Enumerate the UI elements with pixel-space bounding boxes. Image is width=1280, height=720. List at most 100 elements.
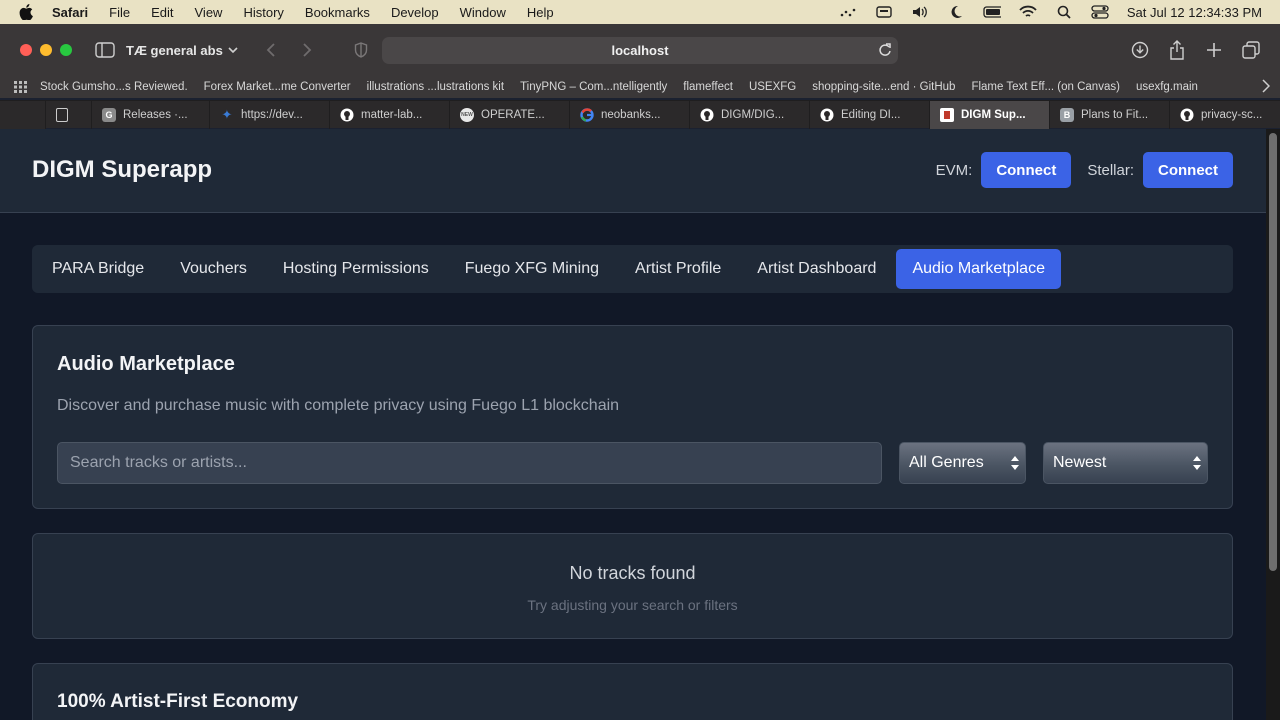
tab-group-profile-selector[interactable]: TÆ general abs bbox=[126, 43, 238, 58]
page-title: DIGM Superapp bbox=[32, 156, 213, 183]
browser-tab[interactable]: matter-lab... bbox=[330, 100, 450, 129]
browser-tab[interactable]: DIGM/DIG... bbox=[690, 100, 810, 129]
zoom-window-button[interactable] bbox=[60, 44, 72, 56]
menu-app-safari[interactable]: Safari bbox=[52, 5, 88, 20]
bookmark-link[interactable]: usexfg.main bbox=[1136, 81, 1198, 93]
genre-select-value: All Genres bbox=[909, 454, 984, 471]
chevron-right-icon[interactable] bbox=[1262, 79, 1271, 96]
privacy-shield-icon[interactable] bbox=[350, 39, 372, 61]
browser-tab-label: Releases ·... bbox=[123, 108, 188, 121]
keyboard-input-icon[interactable] bbox=[875, 4, 893, 20]
menu-bar-status-area: Sat Jul 12 12:34:33 PM bbox=[839, 0, 1280, 24]
menu-history[interactable]: History bbox=[243, 5, 283, 20]
tab-fuego-xfg-mining[interactable]: Fuego XFG Mining bbox=[449, 249, 615, 289]
tab-overview-icon[interactable] bbox=[1240, 39, 1262, 61]
star-favicon-icon: ✦ bbox=[221, 106, 233, 122]
pinned-tab-icon bbox=[56, 107, 68, 122]
reload-icon[interactable] bbox=[878, 42, 892, 61]
tab-hosting-permissions[interactable]: Hosting Permissions bbox=[267, 249, 445, 289]
b-favicon-icon: B bbox=[1060, 107, 1074, 122]
new-tab-plus-icon[interactable] bbox=[1203, 39, 1225, 61]
google-favicon-icon bbox=[580, 107, 594, 122]
control-center-icon[interactable] bbox=[1091, 4, 1109, 20]
tab-para-bridge[interactable]: PARA Bridge bbox=[36, 249, 160, 289]
tab-audio-marketplace[interactable]: Audio Marketplace bbox=[896, 249, 1061, 289]
browser-tab[interactable]: neobanks... bbox=[570, 100, 690, 129]
bookmark-link[interactable]: flameffect bbox=[683, 81, 733, 93]
pinned-tab[interactable] bbox=[46, 100, 92, 129]
browser-tab[interactable]: NEW OPERATE... bbox=[450, 100, 570, 129]
address-bar[interactable]: localhost bbox=[382, 37, 898, 64]
dark-mode-moon-icon[interactable] bbox=[947, 4, 965, 20]
bookmark-link[interactable]: Stock Gumsho...s Reviewed. bbox=[40, 81, 188, 93]
wifi-icon[interactable] bbox=[1019, 4, 1037, 20]
battery-icon[interactable] bbox=[983, 4, 1001, 20]
spotlight-search-icon[interactable] bbox=[1055, 4, 1073, 20]
apple-icon[interactable] bbox=[18, 4, 34, 20]
digm-favicon-icon bbox=[940, 107, 954, 122]
sort-select-value: Newest bbox=[1053, 454, 1107, 471]
empty-state-card: No tracks found Try adjusting your searc… bbox=[32, 533, 1233, 639]
browser-tab-active[interactable]: DIGM Sup... bbox=[930, 100, 1050, 129]
close-window-button[interactable] bbox=[20, 44, 32, 56]
menu-help[interactable]: Help bbox=[527, 5, 554, 20]
new-badge-favicon-icon: NEW bbox=[460, 107, 474, 122]
bookmarks-bar: Stock Gumsho...s Reviewed. Forex Market.… bbox=[0, 76, 1280, 98]
bookmark-link[interactable]: TinyPNG – Com...ntelligently bbox=[520, 81, 667, 93]
wallet-connect-group: EVM: Connect Stellar: Connect bbox=[936, 152, 1233, 188]
github-favicon-icon bbox=[340, 108, 354, 122]
section-description: Discover and purchase music with complet… bbox=[57, 397, 620, 414]
downloads-icon[interactable] bbox=[1129, 39, 1151, 61]
browser-tab[interactable]: B Plans to Fit... bbox=[1050, 100, 1170, 129]
forward-arrow-icon[interactable] bbox=[296, 39, 318, 61]
share-icon[interactable] bbox=[1166, 39, 1188, 61]
menu-edit[interactable]: Edit bbox=[151, 5, 173, 20]
address-bar-url: localhost bbox=[611, 43, 669, 58]
menu-bar-clock[interactable]: Sat Jul 12 12:34:33 PM bbox=[1127, 5, 1262, 20]
minimize-window-button[interactable] bbox=[40, 44, 52, 56]
bookmark-link[interactable]: Flame Text Eff... (on Canvas) bbox=[971, 81, 1120, 93]
select-arrows-icon bbox=[1011, 455, 1019, 476]
bookmark-link[interactable]: illustrations ...lustrations kit bbox=[367, 81, 504, 93]
marketplace-card: Audio Marketplace Discover and purchase … bbox=[32, 325, 1233, 509]
menu-bookmarks[interactable]: Bookmarks bbox=[305, 5, 370, 20]
back-arrow-icon[interactable] bbox=[260, 39, 282, 61]
sort-select[interactable]: Newest bbox=[1043, 442, 1208, 484]
browser-tab-label: OPERATE... bbox=[481, 108, 545, 121]
stellar-connect-button[interactable]: Connect bbox=[1143, 152, 1233, 188]
github-favicon-icon bbox=[700, 108, 714, 122]
tab-vouchers[interactable]: Vouchers bbox=[164, 249, 263, 289]
economy-title: 100% Artist-First Economy bbox=[57, 691, 299, 712]
menu-window[interactable]: Window bbox=[460, 5, 506, 20]
bookmark-link[interactable]: Forex Market...me Converter bbox=[204, 81, 351, 93]
volume-icon[interactable] bbox=[911, 4, 929, 20]
tab-artist-profile[interactable]: Artist Profile bbox=[619, 249, 737, 289]
bookmark-link[interactable]: shopping-site...end · GitHub bbox=[812, 81, 955, 93]
browser-tab[interactable]: G Releases ·... bbox=[92, 100, 210, 129]
empty-state-subtitle: Try adjusting your search or filters bbox=[527, 597, 738, 613]
search-input[interactable] bbox=[57, 442, 882, 484]
browser-tab-label: DIGM/DIG... bbox=[721, 108, 785, 121]
sidebar-toggle-icon[interactable] bbox=[94, 39, 116, 61]
safari-toolbar: TÆ general abs localhost bbox=[0, 24, 1280, 76]
main-nav-tabs: PARA Bridge Vouchers Hosting Permissions… bbox=[32, 245, 1233, 293]
menu-develop[interactable]: Develop bbox=[391, 5, 439, 20]
tab-artist-dashboard[interactable]: Artist Dashboard bbox=[741, 249, 892, 289]
genre-select[interactable]: All Genres bbox=[899, 442, 1026, 484]
browser-tab[interactable]: ✦ https://dev... bbox=[210, 100, 330, 129]
page-scrollbar[interactable] bbox=[1266, 129, 1280, 720]
apps-grid-icon[interactable] bbox=[14, 81, 28, 93]
stellar-label: Stellar: bbox=[1087, 161, 1134, 179]
macos-menu-bar: Safari File Edit View History Bookmarks … bbox=[0, 0, 1280, 24]
tab-group-name: TÆ general abs bbox=[126, 42, 223, 58]
section-title: Audio Marketplace bbox=[57, 353, 235, 375]
bookmark-link[interactable]: USEXFG bbox=[749, 81, 796, 93]
web-page: DIGM Superapp EVM: Connect Stellar: Conn… bbox=[0, 129, 1266, 720]
evm-connect-button[interactable]: Connect bbox=[981, 152, 1072, 188]
menu-view[interactable]: View bbox=[195, 5, 223, 20]
browser-tab[interactable]: Editing DI... bbox=[810, 100, 930, 129]
dots-status-icon[interactable] bbox=[839, 4, 857, 20]
scrollbar-thumb[interactable] bbox=[1269, 133, 1277, 571]
menu-file[interactable]: File bbox=[109, 5, 130, 20]
browser-tab[interactable]: privacy-sc... bbox=[1170, 101, 1280, 129]
